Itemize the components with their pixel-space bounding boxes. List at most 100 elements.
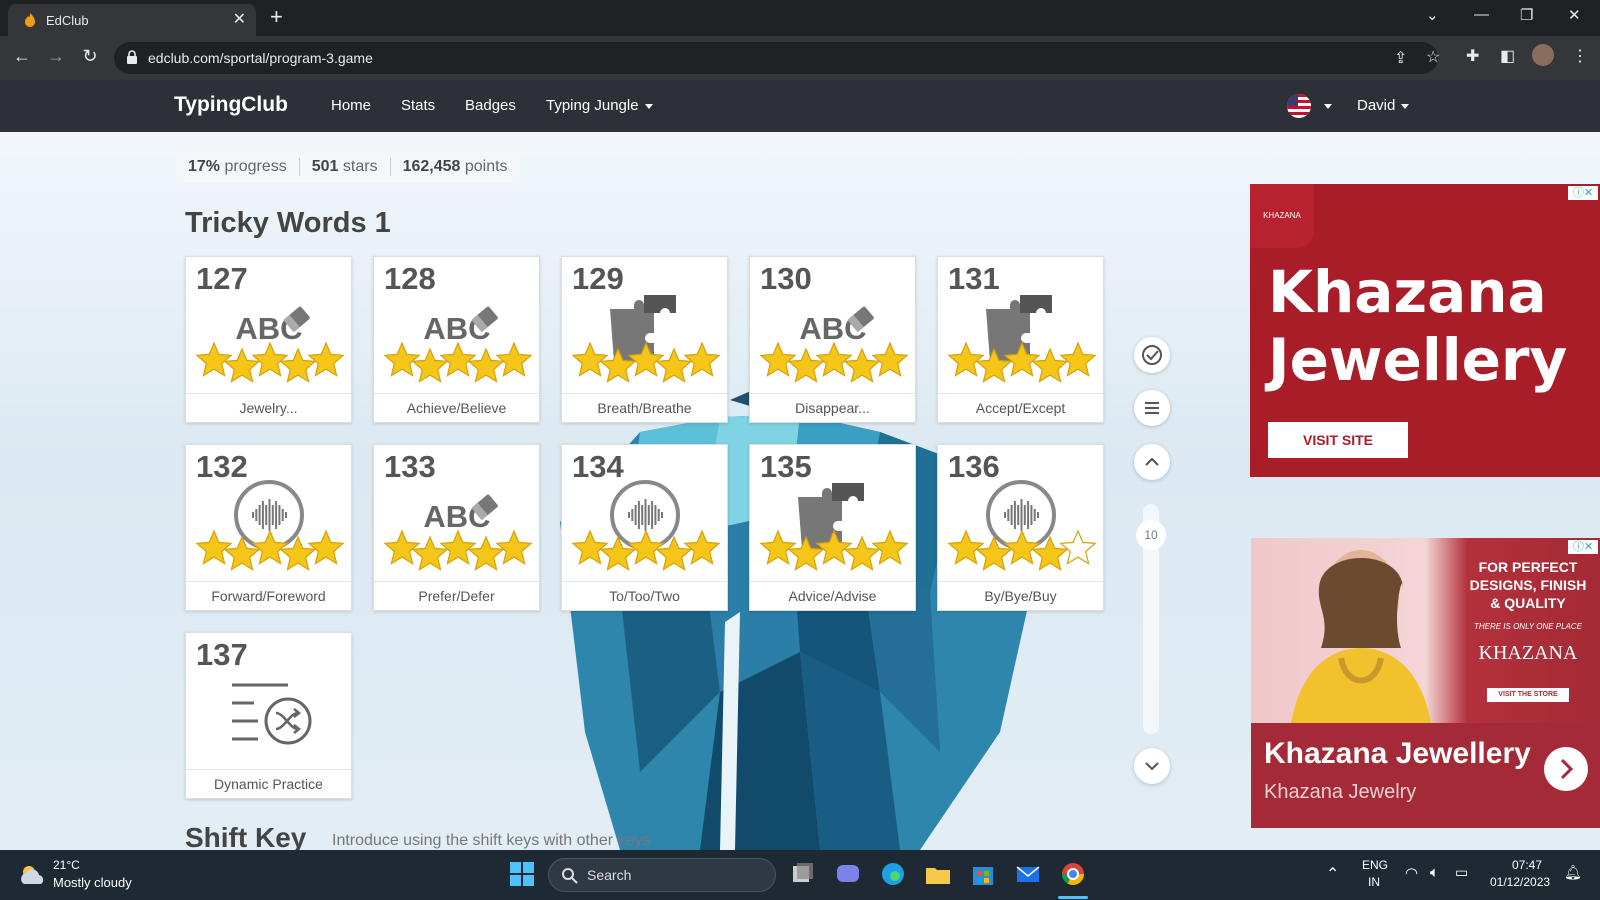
- profile-avatar[interactable]: [1532, 44, 1554, 66]
- ad-visit-site-button[interactable]: VISIT SITE: [1268, 422, 1408, 458]
- site-logo[interactable]: TypingClub: [174, 93, 288, 117]
- clock-time[interactable]: 07:47: [1512, 858, 1542, 872]
- star-filled-icon: [495, 341, 533, 377]
- ad-headline-line1: Khazana: [1268, 258, 1547, 326]
- ad-headline: Khazana Jewellery: [1268, 258, 1567, 394]
- nav-typing-jungle[interactable]: Typing Jungle: [546, 97, 653, 114]
- ad-card-khazana[interactable]: FOR PERFECT DESIGNS, FINISH & QUALITY TH…: [1251, 538, 1600, 828]
- lesson-label: Disappear...: [750, 393, 915, 422]
- audio-icon: [947, 480, 1097, 571]
- task-view-icon[interactable]: [788, 859, 818, 889]
- mail-icon[interactable]: [1013, 859, 1043, 889]
- tab-search-chevron-icon[interactable]: ⌄: [1426, 6, 1439, 24]
- extensions-icon[interactable]: ✚: [1466, 46, 1479, 66]
- lesson-card[interactable]: 128 ABC Achieve/Believe: [373, 256, 540, 423]
- ad-choices-icon[interactable]: ⓘ✕: [1568, 540, 1598, 554]
- nav-typing-jungle-label: Typing Jungle: [546, 97, 639, 114]
- microsoft-store-icon[interactable]: [968, 859, 998, 889]
- minimize-icon[interactable]: —: [1474, 6, 1489, 23]
- restore-icon[interactable]: ❐: [1520, 6, 1533, 24]
- stars-label: stars: [342, 158, 378, 175]
- wifi-icon[interactable]: ◠: [1405, 864, 1418, 882]
- language-chevron-icon[interactable]: [1324, 104, 1332, 109]
- forward-icon[interactable]: →: [44, 46, 68, 67]
- star-filled-icon: [683, 529, 721, 565]
- scroll-down-button[interactable]: [1134, 748, 1170, 784]
- language-region[interactable]: IN: [1368, 875, 1380, 889]
- hamburger-icon: [1145, 402, 1159, 414]
- scroll-position-indicator[interactable]: 10: [1136, 520, 1166, 550]
- tab-close-icon[interactable]: ✕: [233, 9, 246, 29]
- lesson-card[interactable]: 131 Accept/Except: [937, 256, 1104, 423]
- ad-choices-icon[interactable]: ⓘ✕: [1568, 186, 1598, 200]
- ad-subtitle: Khazana Jewelry: [1264, 781, 1417, 803]
- volume-icon[interactable]: 🔈︎: [1430, 864, 1439, 881]
- language-primary[interactable]: ENG: [1362, 858, 1388, 872]
- taskbar-search-label: Search: [587, 867, 632, 883]
- tray-overflow-chevron-icon[interactable]: ⌃: [1326, 864, 1339, 884]
- share-icon[interactable]: ⇪: [1394, 48, 1407, 68]
- nav-badges[interactable]: Badges: [465, 97, 516, 114]
- star-filled-icon: [195, 341, 233, 377]
- puzzle-icon: [571, 295, 721, 383]
- url-text: edclub.com/sportal/program-3.game: [148, 50, 373, 66]
- star-filled-icon: [411, 535, 449, 571]
- lesson-card[interactable]: 134 To/Too/Two: [561, 444, 728, 611]
- abc-eraser-icon: ABC: [383, 306, 533, 383]
- active-app-indicator: [1058, 896, 1088, 899]
- lesson-card[interactable]: 130 ABC Disappear...: [749, 256, 916, 423]
- notification-bell-icon[interactable]: 🔔︎: [1564, 864, 1582, 881]
- chevron-down-icon: [644, 103, 653, 109]
- lesson-card[interactable]: 135 Advice/Advise: [749, 444, 916, 611]
- chevron-up-icon: [1145, 457, 1159, 466]
- shuffle-list-icon: [232, 683, 312, 745]
- next-section-desc: Introduce using the shift keys with othe…: [332, 832, 651, 849]
- clock-date[interactable]: 01/12/2023: [1490, 875, 1550, 889]
- lesson-card[interactable]: 129 Breath/Breathe: [561, 256, 728, 423]
- address-bar: ← → ↻ edclub.com/sportal/program-3.game …: [0, 36, 1600, 80]
- audio-icon: [195, 480, 345, 571]
- scroll-up-button[interactable]: [1134, 444, 1170, 480]
- lesson-card[interactable]: 132 Forward/Foreword: [185, 444, 352, 611]
- browser-tab[interactable]: EdClub ✕: [8, 4, 256, 36]
- lesson-card[interactable]: 133 ABC Prefer/Defer: [373, 444, 540, 611]
- star-filled-icon: [655, 347, 693, 383]
- star-filled-icon: [1059, 341, 1097, 377]
- star-filled-icon: [411, 347, 449, 383]
- puzzle-icon: [947, 295, 1097, 383]
- side-panel-icon[interactable]: ◧: [1500, 46, 1515, 66]
- menu-button[interactable]: [1134, 390, 1170, 426]
- chrome-icon[interactable]: [1058, 859, 1088, 889]
- file-explorer-icon[interactable]: [923, 859, 953, 889]
- taskbar-search[interactable]: Search: [548, 858, 776, 892]
- teams-chat-icon[interactable]: [833, 859, 863, 889]
- star-filled-icon: [1031, 347, 1069, 383]
- nav-home[interactable]: Home: [331, 97, 371, 114]
- edge-browser-icon[interactable]: [878, 859, 908, 889]
- edclub-favicon-icon: [25, 13, 35, 27]
- star-filled-icon: [843, 535, 881, 571]
- bookmark-star-icon[interactable]: ☆: [1426, 47, 1440, 67]
- user-menu[interactable]: David: [1357, 97, 1410, 114]
- window-close-icon[interactable]: ✕: [1568, 6, 1581, 24]
- reload-icon[interactable]: ↻: [78, 46, 102, 67]
- lesson-card[interactable]: 136 By/Bye/Buy: [937, 444, 1104, 611]
- nav-stats[interactable]: Stats: [401, 97, 435, 114]
- ad-banner-khazana[interactable]: KHAZANA Khazana Jewellery VISIT SITE ⓘ✕: [1250, 184, 1600, 477]
- back-icon[interactable]: ←: [10, 46, 34, 67]
- chevron-right-icon: [1560, 758, 1574, 780]
- lesson-card[interactable]: 137 Dynamic Practice: [185, 632, 352, 799]
- new-tab-icon[interactable]: +: [270, 4, 283, 30]
- check-progress-button[interactable]: [1134, 337, 1170, 373]
- lesson-card[interactable]: 127 ABC Jewelry...: [185, 256, 352, 423]
- lesson-label: Breath/Breathe: [562, 393, 727, 422]
- ad-next-button[interactable]: [1544, 747, 1588, 791]
- windows-start-icon[interactable]: [507, 859, 537, 889]
- main-content: 17% progress 501 stars 162,458 points Tr…: [0, 132, 1600, 850]
- us-flag-icon[interactable]: [1287, 94, 1311, 118]
- abc-eraser-icon: ABC: [383, 494, 533, 571]
- browser-menu-icon[interactable]: ⋮: [1572, 46, 1588, 66]
- star-filled-icon: [223, 347, 261, 383]
- battery-icon[interactable]: ▭: [1455, 864, 1468, 881]
- omnibox[interactable]: edclub.com/sportal/program-3.game ⇪ ☆: [114, 42, 1440, 74]
